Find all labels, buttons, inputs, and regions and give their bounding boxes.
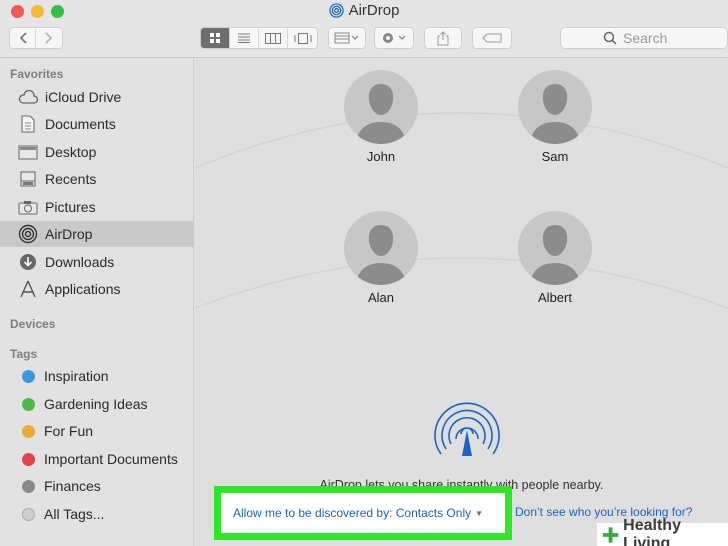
- sidebar-item-recents[interactable]: Recents: [0, 166, 194, 192]
- tags-heading: Tags: [10, 347, 38, 361]
- tag-color-dot: [22, 507, 35, 521]
- person-avatar: [344, 70, 418, 144]
- applications-icon: [17, 280, 39, 298]
- chevron-left-icon: [19, 32, 27, 44]
- gallery-icon: [294, 32, 311, 44]
- airdrop-icon: [328, 3, 344, 22]
- recents-icon: [17, 170, 39, 188]
- airdrop-person-albert[interactable]: Albert: [510, 211, 600, 305]
- sidebar-item-label: Recents: [45, 171, 97, 187]
- columns-icon: [265, 32, 281, 44]
- share-button[interactable]: [424, 27, 462, 49]
- favorites-heading: Favorites: [10, 67, 64, 81]
- view-mode-control: [200, 27, 318, 49]
- sidebar-tag-finances[interactable]: Finances: [0, 473, 194, 499]
- sidebar-tag-inspiration[interactable]: Inspiration: [0, 363, 194, 389]
- leaf-cross-icon: [602, 526, 619, 543]
- group-icon: [334, 32, 359, 44]
- person-name: Alan: [367, 290, 395, 305]
- radar-rings: [195, 112, 728, 309]
- sidebar-item-label: Downloads: [45, 254, 115, 270]
- airdrop-icon: [17, 224, 39, 244]
- list-view-button[interactable]: [230, 28, 259, 48]
- list-icon: [238, 33, 250, 43]
- sidebar-item-desktop[interactable]: Desktop: [0, 139, 194, 165]
- chevron-right-icon: [45, 32, 53, 44]
- tag-color-dot: [22, 452, 35, 466]
- dropdown-arrow-icon: ▼: [475, 508, 484, 518]
- window-title: AirDrop: [348, 2, 400, 19]
- action-button[interactable]: [374, 27, 414, 49]
- sidebar-item-label: Applications: [45, 281, 121, 297]
- sidebar-item-label: Documents: [45, 116, 116, 132]
- window-title-bar: AirDrop: [0, 2, 728, 22]
- sidebar-item-icloud-drive[interactable]: iCloud Drive: [0, 84, 194, 110]
- sidebar-item-label: Important Documents: [44, 451, 178, 467]
- forward-button[interactable]: [36, 28, 62, 48]
- sidebar-tag-gardening-ideas[interactable]: Gardening Ideas: [0, 391, 194, 417]
- sidebar-item-label: All Tags...: [44, 506, 105, 522]
- sidebar-item-pictures[interactable]: Pictures: [0, 194, 194, 220]
- airdrop-person-john[interactable]: John: [336, 70, 426, 164]
- sidebar-item-label: Inspiration: [44, 368, 109, 384]
- nav-buttons: [9, 27, 63, 49]
- sidebar-item-label: Pictures: [45, 199, 96, 215]
- person-name: Albert: [538, 290, 572, 305]
- sidebar-item-label: Finances: [44, 478, 101, 494]
- airdrop-person-alan[interactable]: Alan: [336, 211, 426, 305]
- person-avatar: [518, 70, 592, 144]
- sidebar-item-label: AirDrop: [45, 226, 93, 242]
- group-by-button[interactable]: [328, 27, 366, 49]
- sidebar-tag-for-fun[interactable]: For Fun: [0, 418, 194, 444]
- sidebar-item-airdrop[interactable]: AirDrop: [0, 221, 194, 247]
- sidebar-item-label: Desktop: [45, 144, 97, 160]
- grid-icon: [210, 33, 220, 43]
- person-name: John: [366, 149, 396, 164]
- camera-icon: [17, 198, 39, 216]
- share-icon: [437, 30, 449, 45]
- watermark-logo: Healthy Living: [597, 517, 728, 546]
- sidebar-tag-all-tags[interactable]: All Tags...: [0, 501, 194, 527]
- person-avatar: [344, 211, 418, 285]
- devices-heading: Devices: [10, 317, 56, 331]
- back-button[interactable]: [10, 28, 36, 48]
- documents-icon: [17, 115, 39, 133]
- discoverability-dropdown[interactable]: Allow me to be discovered by: Contacts O…: [214, 486, 512, 540]
- person-avatar: [518, 211, 592, 285]
- column-view-button[interactable]: [259, 28, 288, 48]
- gallery-view-button[interactable]: [288, 28, 317, 48]
- sidebar-item-downloads[interactable]: Downloads: [0, 249, 194, 275]
- gear-icon: [383, 33, 406, 43]
- window-toolbar: AirDrop Search: [0, 0, 728, 58]
- sidebar-item-label: For Fun: [44, 423, 94, 439]
- search-placeholder: Search: [623, 30, 668, 46]
- search-icon: [603, 31, 617, 45]
- sidebar-item-label: Gardening Ideas: [44, 396, 148, 412]
- search-field[interactable]: Search: [560, 27, 728, 49]
- watermark-text: Healthy Living: [623, 516, 681, 546]
- person-name: Sam: [541, 149, 569, 164]
- desktop-icon: [17, 143, 39, 161]
- airdrop-content-area: John Sam Alan Albert AirDrop lets you sh…: [195, 58, 728, 546]
- sidebar: Favorites iCloud Drive Documents Desktop…: [0, 58, 194, 546]
- airdrop-radar-icon: [434, 402, 500, 456]
- edit-tags-button[interactable]: [472, 27, 512, 49]
- icon-view-button[interactable]: [201, 28, 230, 48]
- sidebar-item-documents[interactable]: Documents: [0, 111, 194, 137]
- sidebar-item-label: iCloud Drive: [45, 89, 122, 105]
- tag-color-dot: [22, 397, 35, 411]
- tag-color-dot: [22, 479, 35, 493]
- airdrop-person-sam[interactable]: Sam: [510, 70, 600, 164]
- download-icon: [17, 253, 39, 271]
- tag-icon: [482, 33, 502, 43]
- tag-color-dot: [22, 424, 35, 438]
- tag-color-dot: [22, 369, 35, 383]
- discoverability-label: Allow me to be discovered by: Contacts O…: [233, 506, 472, 520]
- cloud-icon: [17, 88, 39, 106]
- sidebar-tag-important-documents[interactable]: Important Documents: [0, 446, 194, 472]
- sidebar-item-applications[interactable]: Applications: [0, 276, 194, 302]
